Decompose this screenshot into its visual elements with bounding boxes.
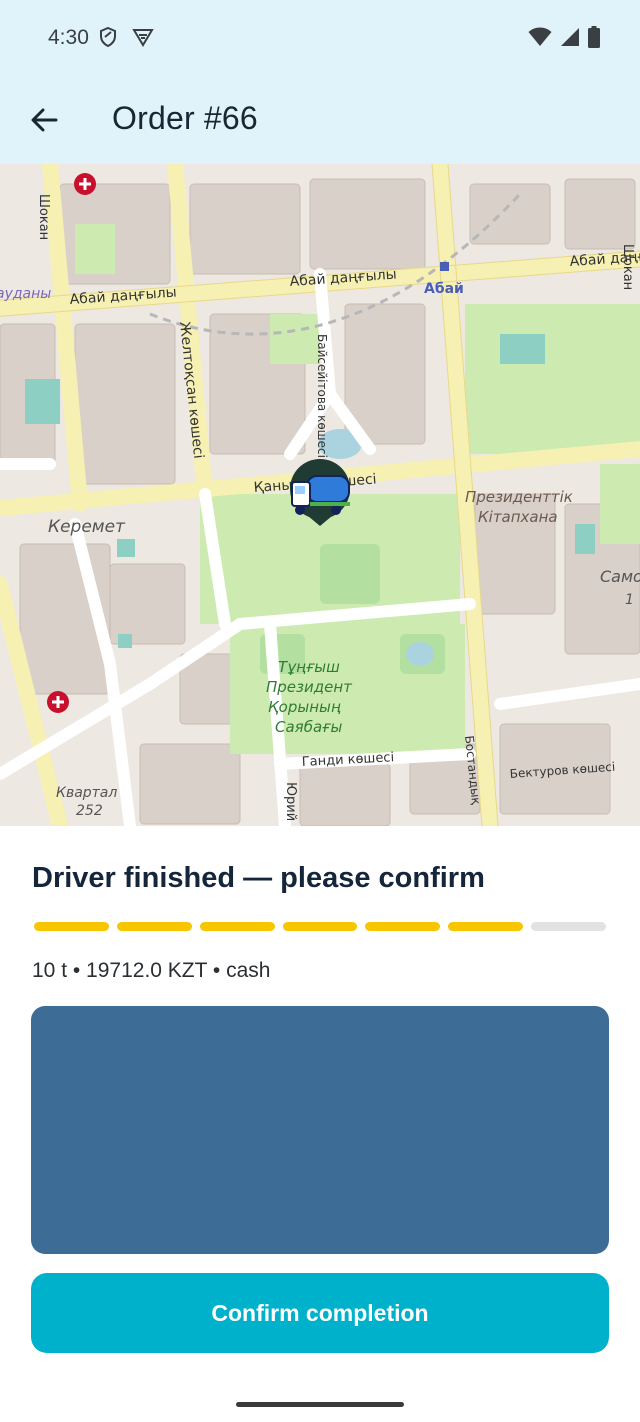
map-label: Квартал — [56, 785, 117, 801]
progress-segment-done — [282, 922, 358, 931]
hospital-icon — [74, 173, 96, 195]
map-label: Керемет — [48, 517, 126, 537]
hospital-icon — [47, 691, 69, 713]
progress-segment-done — [365, 922, 441, 931]
back-button[interactable] — [22, 98, 66, 142]
map-label: Само — [600, 567, 640, 586]
map-label: Президент — [266, 678, 353, 696]
arrow-left-icon — [31, 108, 58, 132]
vpn-icon — [132, 29, 154, 47]
map-label: Абай — [424, 281, 464, 297]
progress-segment-done — [448, 922, 524, 931]
signal-icon — [561, 28, 579, 46]
map-label: 252 — [76, 803, 103, 819]
battery-icon — [588, 26, 600, 48]
progress-segment-done — [34, 922, 109, 931]
map-label: Байсейітова көшесі — [315, 334, 329, 458]
map-label: Тұңғыш — [278, 658, 340, 676]
progress-segment-done — [116, 922, 192, 931]
progress-segment-pending — [531, 922, 607, 931]
app-bar: Order #66 — [0, 78, 640, 164]
home-indicator[interactable] — [236, 1402, 404, 1407]
map-view[interactable]: Абай даңғылы Абай даңғылы Абай даңғылы Қ… — [0, 164, 640, 826]
progress-segment-done — [199, 922, 275, 931]
map-label: Саябағы — [275, 718, 342, 736]
order-sheet: Driver finished — please confirm 10 t • … — [0, 826, 640, 1422]
map-label: Кітапхана — [478, 508, 558, 526]
order-progress — [34, 922, 607, 931]
order-summary: 10 t • 19712.0 KZT • cash — [32, 959, 271, 982]
map-label: Юрий Г — [283, 782, 298, 826]
map-label: Шокан — [620, 244, 635, 290]
status-bar: 4:30 — [0, 0, 640, 78]
map-label: Президенттік — [465, 488, 573, 506]
map-canvas: Абай даңғылы Абай даңғылы Абай даңғылы Қ… — [0, 164, 640, 826]
confirm-completion-button[interactable]: Confirm completion — [31, 1273, 609, 1353]
media-panel — [31, 1006, 609, 1254]
wifi-icon — [528, 27, 552, 46]
status-time: 4:30 — [48, 26, 89, 49]
shield-icon — [100, 26, 116, 48]
map-label: ауданы — [0, 286, 51, 302]
map-label: 1 — [625, 592, 634, 608]
page-title: Order #66 — [112, 100, 258, 136]
map-label: Қорының — [268, 698, 341, 716]
order-status-title: Driver finished — please confirm — [32, 862, 485, 894]
map-label: Шокан — [36, 194, 51, 240]
